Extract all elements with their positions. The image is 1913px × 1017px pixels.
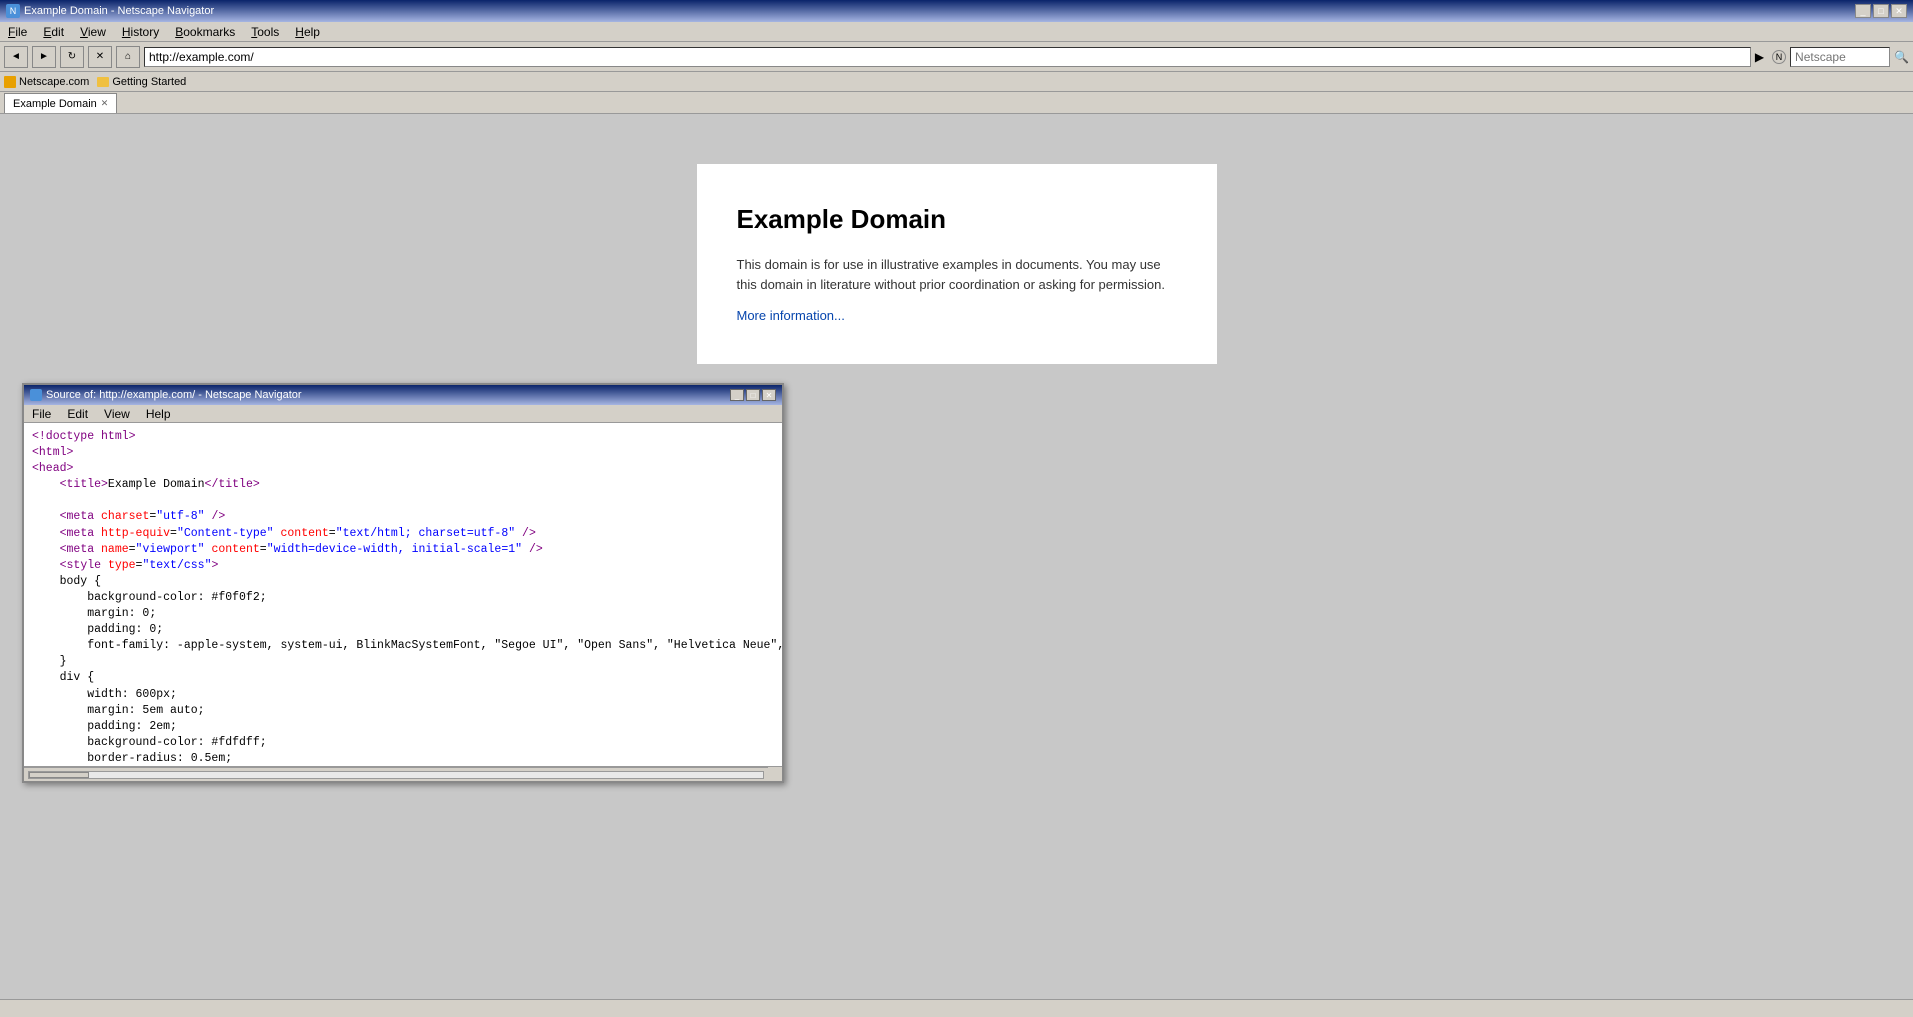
netscape-icon: N [1772, 50, 1786, 64]
page-title: Example Domain [737, 204, 1177, 235]
menu-file[interactable]: File [4, 24, 31, 40]
maximize-button[interactable]: □ [1873, 4, 1889, 18]
tab-close-button[interactable]: ✕ [101, 98, 109, 109]
source-menu-view[interactable]: View [100, 406, 134, 422]
menu-bar: File Edit View History Bookmarks Tools H… [0, 22, 1913, 42]
source-title-bar: Source of: http://example.com/ - Netscap… [24, 385, 782, 405]
url-input[interactable] [144, 47, 1751, 67]
more-info-link[interactable]: More information... [737, 308, 845, 323]
bookmark-netscape[interactable]: Netscape.com [4, 76, 89, 88]
tab-label: Example Domain [13, 98, 97, 110]
source-window: Source of: http://example.com/ - Netscap… [22, 383, 784, 783]
source-scrollbar-thumb[interactable] [29, 772, 89, 778]
nav-toolbar: ◄ ► ↻ ✕ ⌂ ▶ N 🔍 [0, 42, 1913, 72]
browser-icon: N [6, 4, 20, 18]
source-menu-help[interactable]: Help [142, 406, 175, 422]
bookmarks-bar: Netscape.com Getting Started [0, 72, 1913, 92]
source-window-icon [30, 389, 42, 401]
search-bar: N 🔍 [1772, 47, 1909, 67]
window-title: Example Domain - Netscape Navigator [24, 5, 214, 17]
search-icon[interactable]: 🔍 [1894, 50, 1909, 64]
example-domain-card: Example Domain This domain is for use in… [697, 164, 1217, 364]
back-button[interactable]: ◄ [4, 46, 28, 68]
window-controls[interactable]: _ □ ✕ [1855, 4, 1907, 18]
menu-bookmarks[interactable]: Bookmarks [171, 24, 239, 40]
source-horizontal-scrollbar[interactable] [24, 767, 768, 781]
bookmark-getting-started[interactable]: Getting Started [97, 76, 186, 88]
menu-tools[interactable]: Tools [247, 24, 283, 40]
menu-view[interactable]: View [76, 24, 110, 40]
source-scrollbar-track[interactable] [28, 771, 764, 779]
source-scrollbar-container [24, 766, 782, 781]
url-go-button[interactable]: ▶ [1755, 50, 1764, 64]
status-bar [0, 999, 1913, 1017]
minimize-button[interactable]: _ [1855, 4, 1871, 18]
menu-history[interactable]: History [118, 24, 163, 40]
url-bar-container: ▶ [144, 47, 1764, 67]
source-menu-file[interactable]: File [28, 406, 55, 422]
tab-example-domain[interactable]: Example Domain ✕ [4, 93, 117, 113]
home-button[interactable]: ⌂ [116, 46, 140, 68]
page-description: This domain is for use in illustrative e… [737, 255, 1177, 294]
reload-button[interactable]: ↻ [60, 46, 84, 68]
source-scrollbar-corner [768, 767, 782, 781]
source-menu-edit[interactable]: Edit [63, 406, 92, 422]
menu-help[interactable]: Help [291, 24, 324, 40]
netscape-bookmark-icon [4, 76, 16, 88]
search-input[interactable] [1790, 47, 1890, 67]
source-menu-bar: File Edit View Help [24, 405, 782, 423]
close-button[interactable]: ✕ [1891, 4, 1907, 18]
tabs-bar: Example Domain ✕ [0, 92, 1913, 114]
menu-edit[interactable]: Edit [39, 24, 68, 40]
source-close-button[interactable]: ✕ [762, 389, 776, 401]
source-code-area[interactable]: <!doctype html> <html> <head> <title>Exa… [24, 423, 782, 766]
source-minimize-button[interactable]: _ [730, 389, 744, 401]
stop-button[interactable]: ✕ [88, 46, 112, 68]
source-window-title: Source of: http://example.com/ - Netscap… [46, 389, 302, 401]
forward-button[interactable]: ► [32, 46, 56, 68]
source-maximize-button[interactable]: □ [746, 389, 760, 401]
folder-icon [97, 77, 109, 87]
source-window-controls[interactable]: _ □ ✕ [730, 389, 776, 401]
title-bar: N Example Domain - Netscape Navigator _ … [0, 0, 1913, 22]
bookmark-getting-started-label: Getting Started [112, 76, 186, 88]
bookmark-netscape-label: Netscape.com [19, 76, 89, 88]
